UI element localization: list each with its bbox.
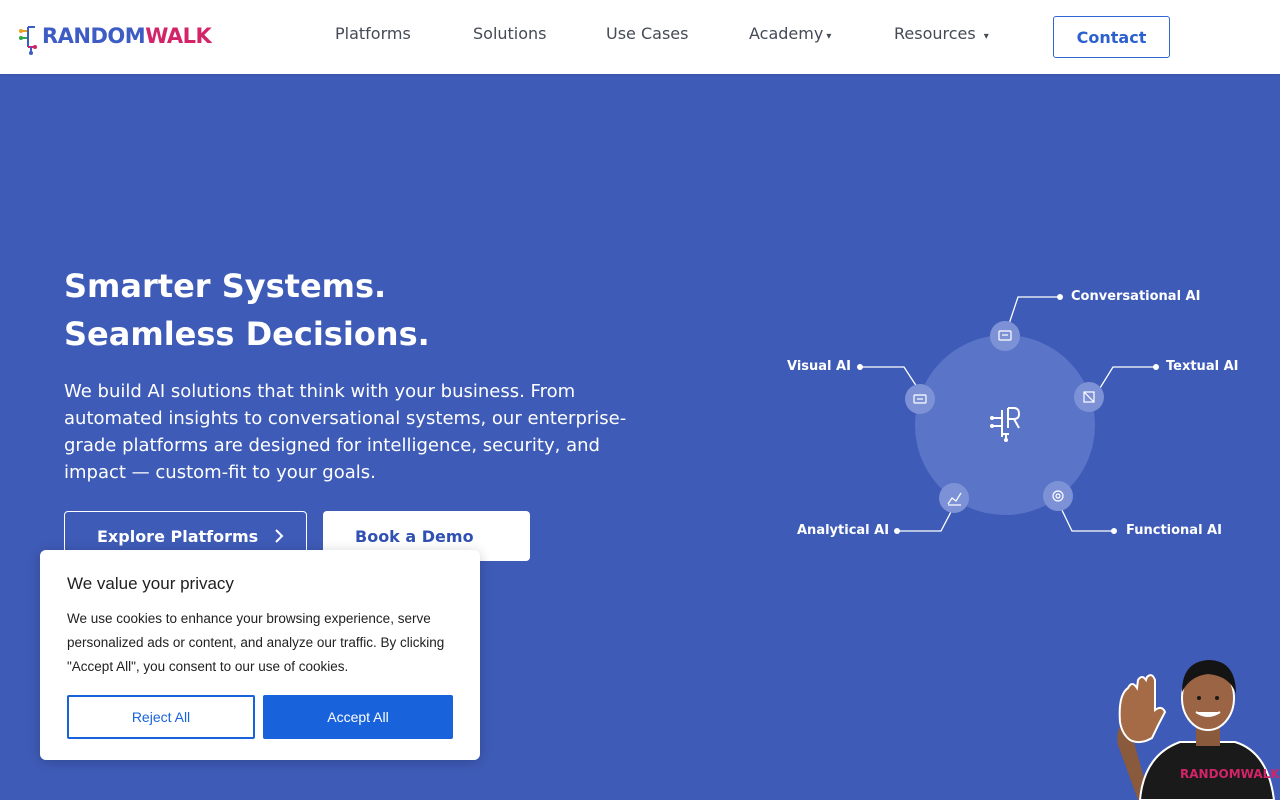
explore-label: Explore Platforms [97, 526, 259, 546]
label-conversational-ai: Conversational AI [1071, 289, 1201, 304]
gear-node-icon [1043, 481, 1073, 511]
hero-title-line2: Seamless Decisions. [64, 315, 430, 353]
reject-all-button[interactable]: Reject All [67, 695, 255, 739]
nav-label: Resources [894, 24, 976, 43]
shirt-logo: RANDOMWALK [1180, 767, 1280, 781]
connector-analytical [897, 507, 954, 532]
logo-circuit-icon [19, 26, 37, 55]
hero-title-line1: Smarter Systems. [64, 267, 387, 305]
nav-item-academy[interactable]: Academy ▾ [749, 24, 831, 43]
randomwalk-logo[interactable]: RANDOMWALK [19, 20, 212, 56]
logo-wordmark: RANDOMWALK [42, 24, 212, 48]
chat-node-icon [990, 321, 1020, 351]
nav-item-use-cases[interactable]: Use Cases [606, 24, 688, 43]
chevron-right-icon [275, 529, 284, 543]
nav-item-solutions[interactable]: Solutions [473, 24, 547, 43]
cookie-title: We value your privacy [67, 574, 234, 593]
nav-label: Use Cases [606, 24, 689, 43]
nav-item-resources[interactable]: Resources ▾ [894, 24, 989, 43]
cookie-consent-dialog: We value your privacy We use cookies to … [40, 550, 480, 760]
label-analytical-ai: Analytical AI [797, 523, 890, 538]
connector-functional [1059, 505, 1114, 532]
chat-assistant-avatar[interactable]: RANDOMWALK [1110, 650, 1280, 800]
hero-description: We build AI solutions that think with yo… [64, 381, 627, 483]
diagram-graphic [857, 294, 1159, 534]
ai-capabilities-diagram: Conversational AI Textual AI Functional … [780, 280, 1250, 560]
logo-text-random: RANDOM [42, 24, 146, 48]
waving-person-icon: RANDOMWALK [1117, 660, 1280, 800]
logo-text-walk: WALK [145, 24, 212, 48]
label-functional-ai: Functional AI [1126, 523, 1222, 538]
label-visual-ai: Visual AI [787, 359, 851, 374]
site-header: RANDOMWALK Platforms Solutions Use Cases… [0, 0, 1280, 74]
chevron-down-icon: ▾ [826, 31, 832, 42]
connector-visual [860, 366, 918, 388]
nav-label: Solutions [473, 24, 547, 43]
hero-title: Smarter Systems. Seamless Decisions. [64, 262, 430, 358]
nav-item-platforms[interactable]: Platforms [335, 24, 411, 43]
connector-textual [1099, 366, 1156, 389]
chart-node-icon [939, 483, 969, 513]
nav-label: Platforms [335, 24, 411, 43]
label-textual-ai: Textual AI [1166, 359, 1239, 374]
cookie-description: We use cookies to enhance your browsing … [67, 611, 445, 674]
contact-button[interactable]: Contact [1053, 16, 1170, 58]
accept-all-button[interactable]: Accept All [263, 695, 453, 739]
demo-label: Book a Demo [355, 526, 474, 546]
chevron-down-icon: ▾ [983, 31, 989, 42]
nav-label: Academy [749, 24, 824, 43]
